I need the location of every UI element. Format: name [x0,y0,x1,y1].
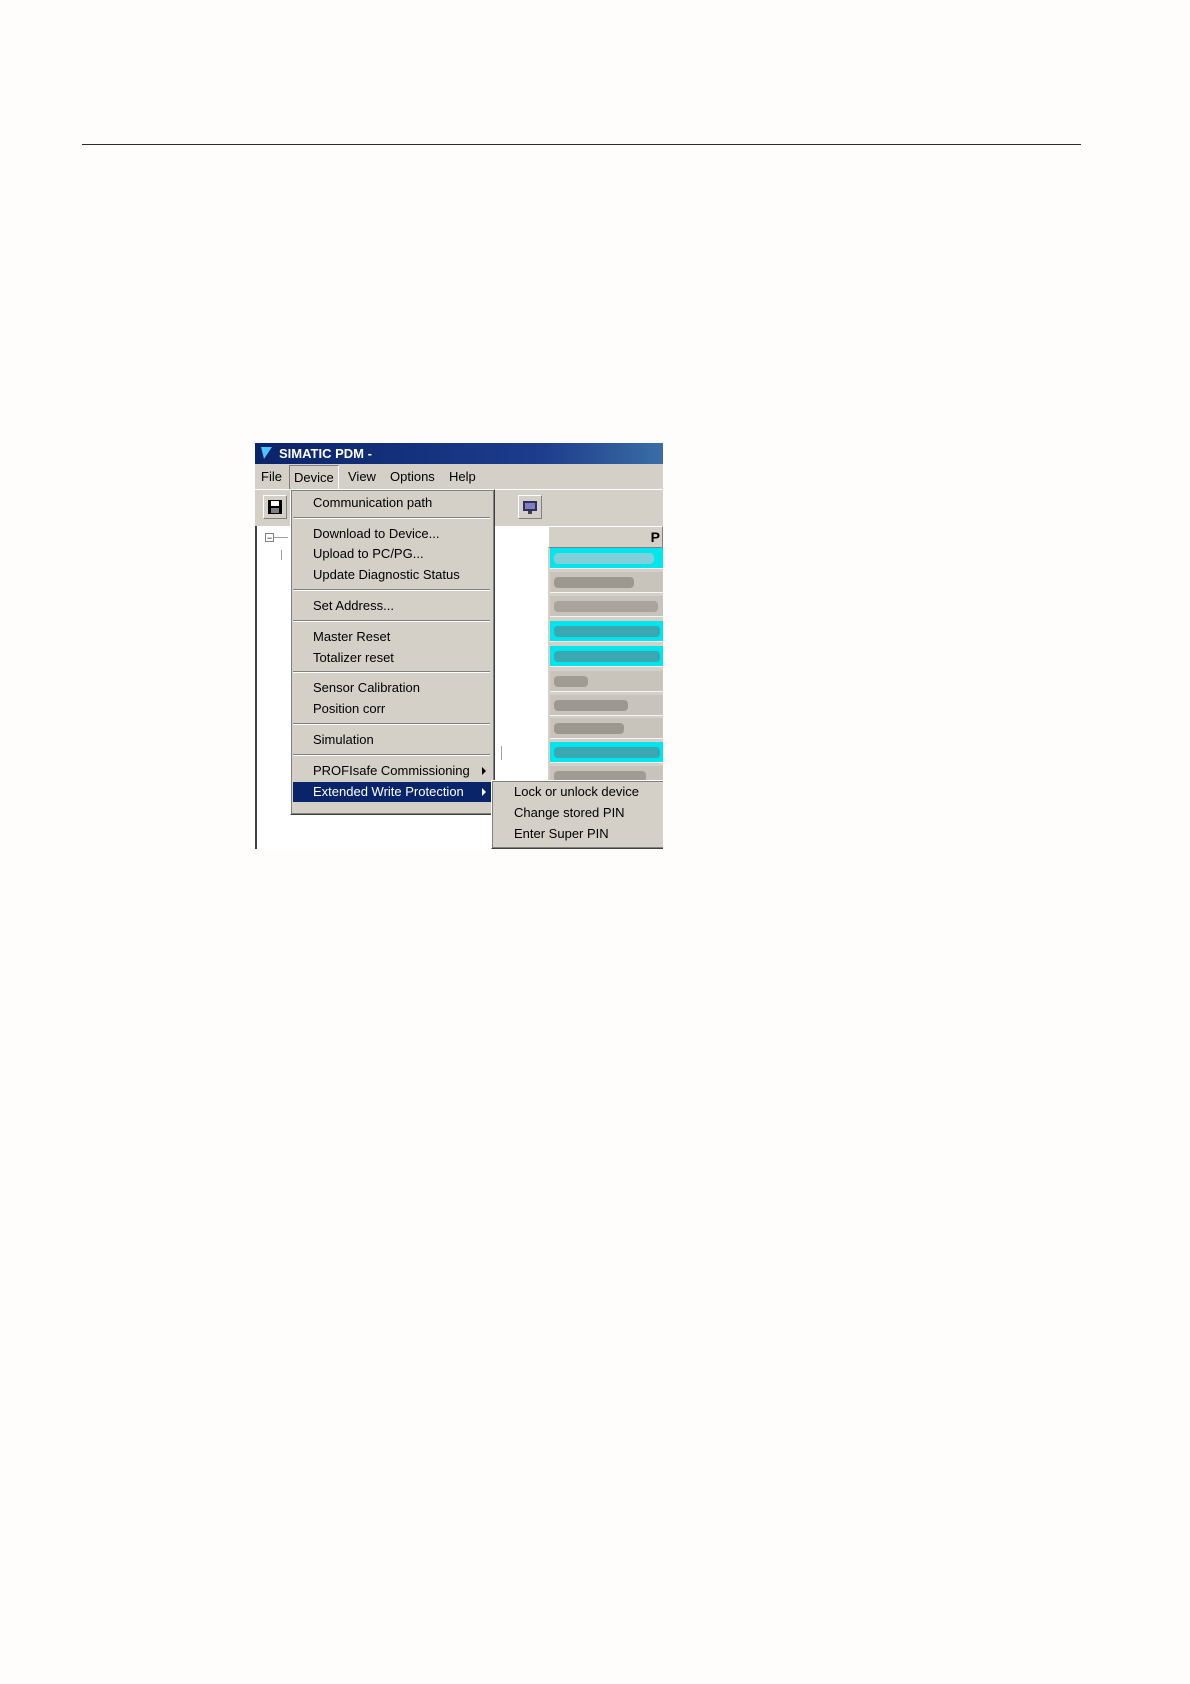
save-icon [268,500,282,514]
parameter-row [550,572,663,593]
menu-item-simulation[interactable]: Simulation [293,730,492,750]
parameter-row [550,621,663,642]
title-bar: SIMATIC PDM - [255,443,663,464]
device-menu: Communication path Download to Device...… [290,489,495,815]
menu-device[interactable]: Device [289,465,339,490]
pane-divider [501,746,502,760]
simatic-pdm-window: SIMATIC PDM - File Device View Options H… [255,443,663,849]
parameter-row [550,695,663,716]
menu-item-upload-to-pc[interactable]: Upload to PC/PG... [293,544,492,564]
tree-line [274,537,288,538]
parameter-row [550,548,663,569]
toolbar-network-button[interactable] [518,495,542,519]
parameter-row [550,596,663,617]
menu-separator [293,723,490,725]
menu-item-update-diagnostic-status[interactable]: Update Diagnostic Status [293,565,492,585]
app-icon [261,447,272,459]
menu-item-master-reset[interactable]: Master Reset [293,627,492,647]
tree-line [281,550,282,560]
parameter-row [550,718,663,739]
menu-item-position-corr[interactable]: Position corr [293,699,492,719]
tree-expander-icon[interactable]: − [265,533,274,543]
menu-separator [293,671,490,673]
extended-write-protection-submenu: Lock or unlock device Change stored PIN … [491,780,663,849]
parameter-row [550,742,663,763]
submenu-item-enter-super-pin[interactable]: Enter Super PIN [494,824,662,844]
parameter-row [550,671,663,692]
menu-item-extended-write-protection[interactable]: Extended Write Protection [293,782,492,802]
menu-item-communication-path[interactable]: Communication path [293,493,492,513]
menu-bar: File Device View Options Help [255,464,663,490]
parameter-row [550,646,663,667]
submenu-arrow-icon [482,767,486,775]
menu-options[interactable]: Options [390,464,435,489]
menu-separator [293,620,490,622]
menu-item-download-to-device[interactable]: Download to Device... [293,524,492,544]
toolbar-icon [523,501,537,514]
menu-item-label: Extended Write Protection [313,784,464,799]
submenu-item-lock-or-unlock-device[interactable]: Lock or unlock device [494,782,662,802]
menu-separator [293,754,490,756]
menu-item-profisafe-commissioning[interactable]: PROFIsafe Commissioning [293,761,492,781]
menu-item-sensor-calibration[interactable]: Sensor Calibration [293,678,492,698]
save-button[interactable] [263,495,287,519]
menu-view[interactable]: View [348,464,376,489]
submenu-arrow-icon [482,788,486,796]
submenu-item-change-stored-pin[interactable]: Change stored PIN [494,803,662,823]
menu-separator [293,589,490,591]
menu-separator [293,517,490,519]
menu-item-totalizer-reset[interactable]: Totalizer reset [293,648,492,668]
page-header-rule [82,144,1081,145]
menu-item-label: PROFIsafe Commissioning [313,763,470,778]
parameter-column-header: P [548,526,663,548]
window-title: SIMATIC PDM - [279,446,372,461]
menu-file[interactable]: File [261,464,282,489]
menu-item-set-address[interactable]: Set Address... [293,596,492,616]
menu-help[interactable]: Help [449,464,476,489]
